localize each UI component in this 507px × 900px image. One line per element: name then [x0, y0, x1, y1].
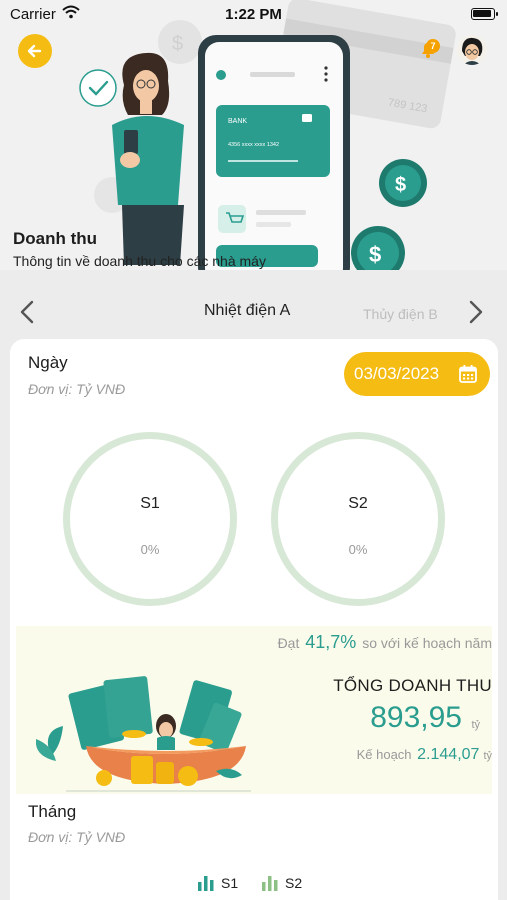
bar-chart-icon [198, 876, 214, 891]
svg-text:$: $ [369, 242, 381, 267]
status-bar: Carrier 1:22 PM [0, 0, 507, 30]
svg-text:$: $ [172, 33, 183, 55]
battery-icon [471, 8, 498, 20]
achievement-prefix: Đạt [277, 635, 300, 651]
plan-value: 2.144,07 [417, 746, 480, 763]
daily-unit-label: Đơn vị: Tỷ VNĐ [28, 381, 126, 397]
monthly-unit-label: Đơn vị: Tỷ VNĐ [28, 829, 126, 845]
monthly-section-title: Tháng [28, 802, 77, 821]
revenue-card: Ngày Đơn vị: Tỷ VNĐ 03/03/2023 S1 0% S2 … [10, 339, 498, 900]
current-plant-label[interactable]: Nhiệt điện A [204, 302, 290, 320]
arrow-left-icon [27, 44, 42, 58]
plan-unit: tỷ [483, 750, 492, 762]
date-picker-button[interactable]: 03/03/2023 [344, 352, 490, 396]
legend-s1-label: S1 [221, 875, 239, 891]
status-time: 1:22 PM [225, 6, 282, 23]
gauge-s1: S1 0% [63, 432, 237, 606]
bar-chart-icon [262, 876, 278, 891]
gauge-s2-label: S2 [348, 495, 368, 512]
achievement-percent: 41,7% [305, 632, 357, 652]
user-avatar-icon [457, 35, 487, 65]
selected-date: 03/03/2023 [354, 364, 440, 383]
chevron-left-icon[interactable] [16, 298, 40, 326]
legend-s1[interactable]: S1 [197, 875, 238, 891]
daily-section-title: Ngày [28, 353, 68, 372]
gauge-s1-percent: 0% [140, 542, 160, 557]
legend-s2[interactable]: S2 [261, 875, 302, 891]
plan-achievement: Đạt 41,7% so với kế hoạch năm [278, 632, 492, 653]
header-banner: 789 123 $ BANK 4356 xxxx xxxx 1342 $ $ 7… [0, 0, 507, 270]
total-revenue-value: 893,95 [370, 701, 462, 734]
achievement-suffix: so với kế hoạch năm [362, 635, 492, 651]
total-revenue-title: TỔNG DOANH THU [333, 676, 492, 695]
page-subtitle: Thông tin về doanh thu cho các nhà máy [13, 253, 266, 269]
legend-s2-label: S2 [285, 875, 303, 891]
money-pile-illustration [36, 676, 251, 792]
gauge-s2-percent: 0% [348, 542, 368, 557]
plant-switcher: Nhiệt điện A Thủy điện B [0, 286, 507, 338]
page-title: Doanh thu [13, 229, 98, 248]
total-revenue-panel: Đạt 41,7% so với kế hoạch năm TỔNG DOANH… [16, 626, 492, 794]
svg-text:BANK: BANK [228, 118, 247, 125]
calendar-icon [459, 365, 477, 383]
gauge-s1-label: S1 [140, 495, 160, 512]
gauge-s2: S2 0% [271, 432, 445, 606]
avatar[interactable] [457, 35, 487, 65]
revenue-plan: Kế hoạch 2.144,07 tỷ [357, 746, 492, 764]
svg-text:4356 xxxx xxxx 1342: 4356 xxxx xxxx 1342 [228, 142, 279, 148]
notification-badge: 7 [426, 39, 440, 53]
total-revenue-unit: tỷ [471, 719, 480, 731]
svg-text:$: $ [395, 174, 406, 196]
next-plant-label[interactable]: Thủy điện B [363, 306, 438, 322]
plan-label: Kế hoạch [356, 747, 412, 762]
back-button[interactable] [18, 34, 52, 68]
chevron-right-icon[interactable] [463, 298, 487, 326]
